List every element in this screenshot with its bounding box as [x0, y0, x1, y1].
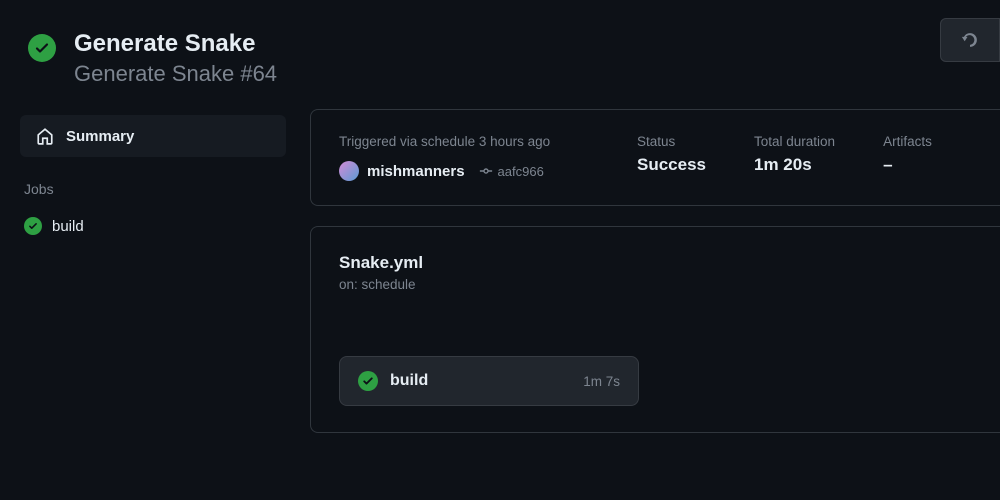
main-area: Summary Jobs build Triggered via schedul… — [0, 103, 1000, 433]
check-circle-icon — [24, 217, 42, 235]
workflow-job-build[interactable]: build 1m 7s — [339, 356, 639, 406]
workflow-panel: Snake.yml on: schedule build 1m 7s — [310, 226, 1000, 433]
duration-label: Total duration — [754, 134, 835, 149]
username-link[interactable]: mishmanners — [367, 163, 465, 180]
trigger-label: Triggered via schedule 3 hours ago — [339, 134, 589, 149]
page-header: Generate Snake Generate Snake #64 — [0, 0, 1000, 103]
job-name: build — [52, 218, 84, 235]
duration-value: 1m 20s — [754, 155, 835, 175]
status-label: Status — [637, 134, 706, 149]
artifacts-label: Artifacts — [883, 134, 932, 149]
sidebar: Summary Jobs build — [20, 103, 310, 433]
rerun-button[interactable] — [940, 18, 1000, 62]
sidebar-summary[interactable]: Summary — [20, 115, 286, 157]
artifacts-value: – — [883, 155, 932, 175]
commit-link[interactable]: aafc966 — [479, 164, 544, 179]
content-area: Triggered via schedule 3 hours ago mishm… — [310, 103, 1000, 433]
run-subtitle: Generate Snake #64 — [74, 61, 277, 87]
sidebar-job-build[interactable]: build — [20, 211, 286, 241]
workflow-job-time: 1m 7s — [583, 374, 620, 389]
commit-icon — [479, 164, 493, 178]
trigger-row: mishmanners aafc966 — [339, 161, 589, 181]
avatar[interactable] — [339, 161, 359, 181]
status-column: Status Success — [637, 134, 706, 181]
run-title: Generate Snake — [74, 28, 277, 59]
commit-sha: aafc966 — [498, 164, 544, 179]
workflow-file[interactable]: Snake.yml — [339, 253, 972, 273]
status-value: Success — [637, 155, 706, 175]
duration-column: Total duration 1m 20s — [754, 134, 835, 181]
artifacts-column: Artifacts – — [883, 134, 932, 181]
refresh-icon — [960, 30, 980, 50]
jobs-heading: Jobs — [20, 157, 286, 211]
check-circle-icon — [358, 371, 378, 391]
summary-label: Summary — [66, 128, 134, 145]
trigger-column: Triggered via schedule 3 hours ago mishm… — [339, 134, 589, 181]
workflow-job-name: build — [390, 372, 583, 390]
status-success-icon — [28, 34, 56, 62]
home-icon — [36, 127, 54, 145]
run-meta-panel: Triggered via schedule 3 hours ago mishm… — [310, 109, 1000, 206]
header-titles: Generate Snake Generate Snake #64 — [74, 28, 277, 87]
workflow-trigger: on: schedule — [339, 277, 972, 292]
